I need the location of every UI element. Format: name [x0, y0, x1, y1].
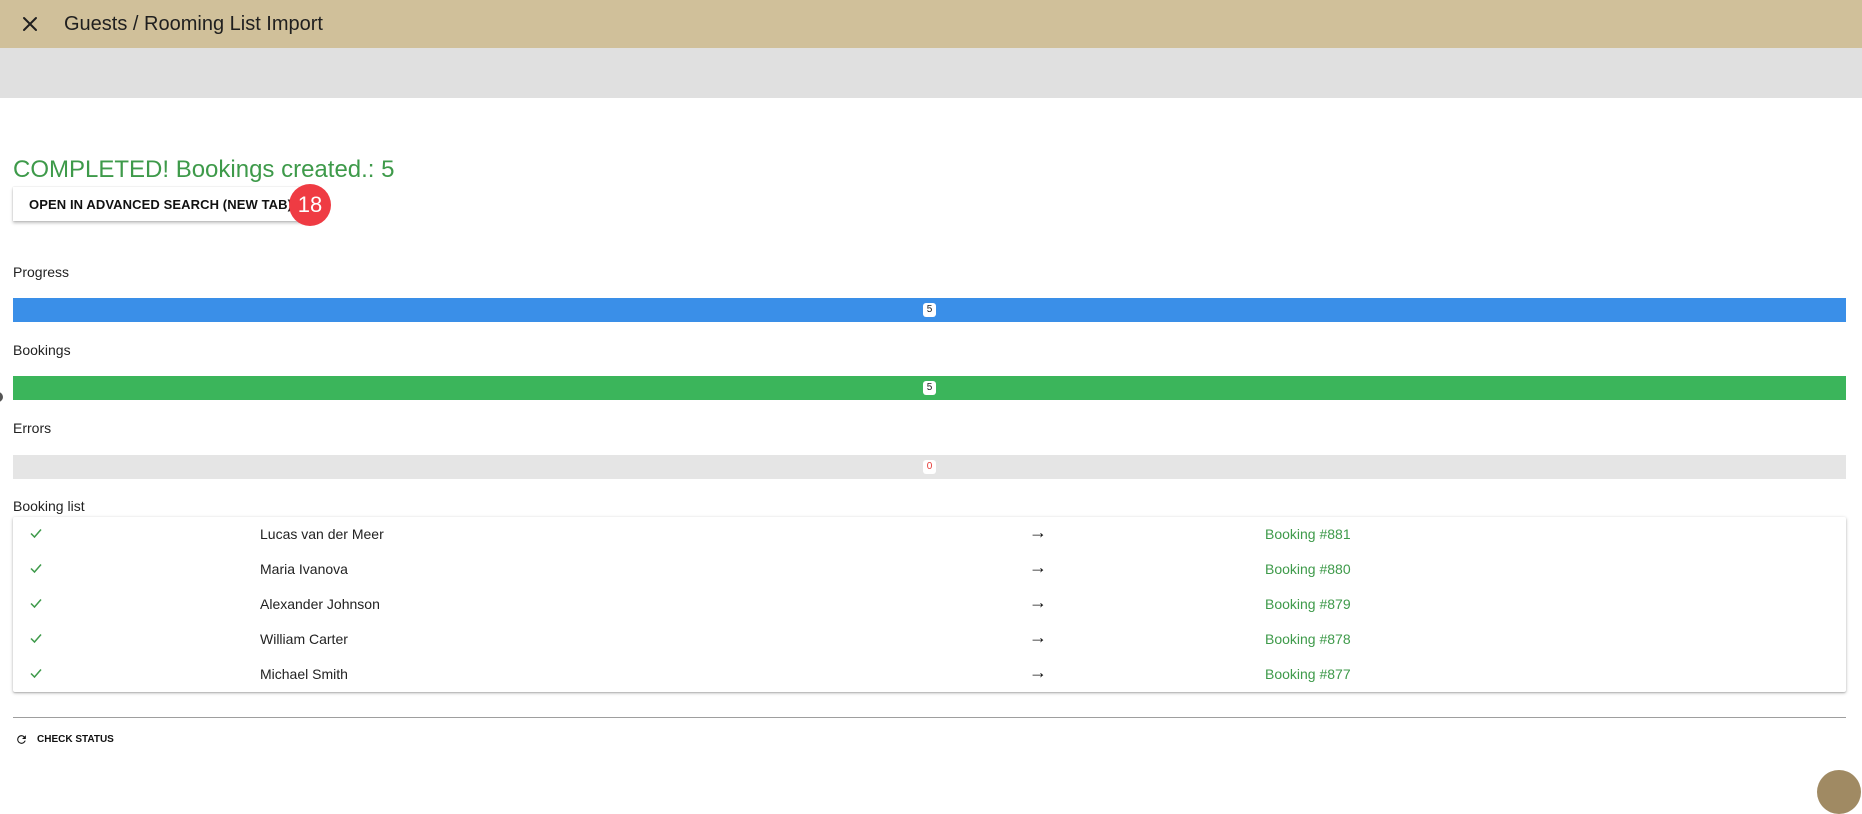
errors-count: 0 [922, 460, 937, 474]
close-icon[interactable] [16, 10, 44, 38]
booking-link[interactable]: Booking #877 [1265, 666, 1351, 682]
app-header: Guests / Rooming List Import [0, 0, 1862, 48]
booking-link[interactable]: Booking #879 [1265, 596, 1351, 612]
divider [13, 717, 1846, 718]
check-status-label: CHECK STATUS [37, 733, 114, 745]
bookings-bar: 5 [13, 376, 1846, 400]
guest-name: Alexander Johnson [260, 596, 380, 612]
check-icon [30, 599, 42, 609]
arrow-icon: → [1029, 627, 1047, 647]
check-status-button[interactable]: CHECK STATUS [15, 729, 114, 749]
refresh-icon [17, 734, 26, 744]
check-icon [30, 529, 42, 539]
progress-bar: 5 [13, 298, 1846, 322]
list-item: Lucas van der Meer → Booking #881 [13, 517, 1846, 552]
guest-name: William Carter [260, 631, 348, 647]
booking-list-label: Booking list [13, 498, 85, 514]
errors-bar: 0 [13, 455, 1846, 479]
edge-handle [0, 392, 3, 402]
guest-name: Michael Smith [260, 666, 348, 682]
booking-link[interactable]: Booking #880 [1265, 561, 1351, 577]
bookings-label: Bookings [13, 342, 71, 358]
guest-name: Lucas van der Meer [260, 526, 384, 542]
arrow-icon: → [1029, 522, 1047, 542]
list-item: Maria Ivanova → Booking #880 [13, 552, 1846, 587]
floating-action-button[interactable] [1817, 770, 1861, 814]
check-icon [30, 634, 42, 644]
errors-label: Errors [13, 420, 52, 436]
arrow-icon: → [1029, 557, 1047, 577]
list-item: William Carter → Booking #878 [13, 622, 1846, 657]
bookings-count: 5 [922, 381, 937, 395]
toolbar-strip [0, 48, 1862, 98]
arrow-icon: → [1029, 592, 1047, 612]
booking-link[interactable]: Booking #878 [1265, 631, 1351, 647]
list-item: Michael Smith → Booking #877 [13, 657, 1846, 692]
check-icon [30, 669, 42, 679]
arrow-icon: → [1029, 662, 1047, 682]
open-advanced-search-button[interactable]: OPEN IN ADVANCED SEARCH (NEW TAB) [13, 187, 309, 221]
progress-label: Progress [13, 264, 70, 280]
check-icon [30, 564, 42, 574]
list-item: Alexander Johnson → Booking #879 [13, 587, 1846, 622]
booking-link[interactable]: Booking #881 [1265, 526, 1351, 542]
completion-message: COMPLETED! Bookings created.: 5 [13, 156, 395, 183]
booking-list: Lucas van der Meer → Booking #881 Maria … [13, 517, 1846, 692]
progress-count: 5 [922, 303, 937, 317]
notification-badge: 18 [289, 184, 331, 226]
guest-name: Maria Ivanova [260, 561, 348, 577]
page-title: Guests / Rooming List Import [64, 12, 323, 35]
